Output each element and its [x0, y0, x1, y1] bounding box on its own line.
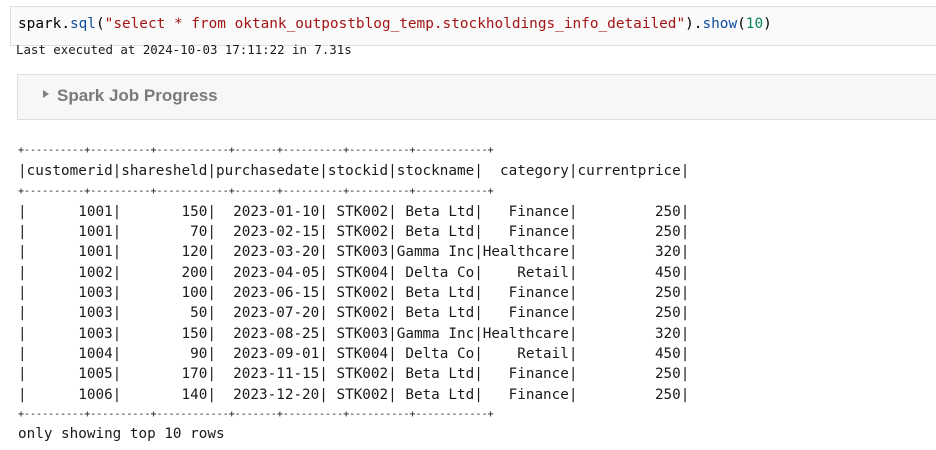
table-row: | 1003| 150| 2023-08-25| STK003|Gamma In…: [18, 325, 690, 342]
execution-status: Last executed at 2024-10-03 17:11:22 in …: [16, 42, 352, 57]
code-token-sql-function: sql: [69, 16, 96, 32]
code-token-paren-close-dot: ).: [685, 16, 703, 32]
table-row: | 1005| 170| 2023-11-15| STK002| Beta Lt…: [18, 366, 690, 383]
table-border-header: +----------+----------+------------+----…: [18, 185, 494, 197]
table-border-bottom: +----------+----------+------------+----…: [18, 408, 494, 420]
table-row: | 1001| 150| 2023-01-10| STK002| Beta Lt…: [18, 203, 690, 220]
dataframe-output-table: +----------+----------+------------+----…: [18, 141, 689, 425]
table-row: | 1001| 70| 2023-02-15| STK002| Beta Ltd…: [18, 224, 690, 241]
expand-arrow-icon[interactable]: [43, 90, 49, 98]
code-token-show-function: show: [702, 16, 738, 32]
table-row: | 1003| 50| 2023-07-20| STK002| Beta Ltd…: [18, 305, 690, 322]
code-token-row-limit: 10: [745, 16, 764, 32]
code-token-paren-close: ): [763, 16, 772, 32]
code-cell[interactable]: spark.sql("select * from oktank_outpostb…: [10, 6, 936, 46]
table-row: | 1004| 90| 2023-09-01| STK004| Delta Co…: [18, 345, 690, 362]
table-header-row: |customerid|sharesheld|purchasedate|stoc…: [18, 163, 690, 180]
table-border-top: +----------+----------+------------+----…: [18, 145, 494, 156]
code-token-paren-open-2: (: [737, 16, 746, 32]
spark-job-progress-title[interactable]: Spark Job Progress: [57, 86, 218, 106]
spark-job-progress-panel[interactable]: Spark Job Progress: [17, 74, 936, 120]
table-row: | 1003| 100| 2023-06-15| STK002| Beta Lt…: [18, 285, 690, 302]
table-row: | 1002| 200| 2023-04-05| STK004| Delta C…: [18, 264, 690, 281]
code-token-object: spark.: [18, 16, 70, 32]
code-token-paren-open: (: [95, 16, 105, 32]
table-row: | 1006| 140| 2023-12-20| STK002| Beta Lt…: [18, 386, 690, 403]
code-token-query-string: "select * from oktank_outpostblog_temp.s…: [104, 16, 686, 32]
code-editor-line[interactable]: spark.sql("select * from oktank_outpostb…: [18, 15, 772, 33]
rows-shown-note: only showing top 10 rows: [18, 426, 225, 442]
table-row: | 1001| 120| 2023-03-20| STK003|Gamma In…: [18, 244, 690, 261]
